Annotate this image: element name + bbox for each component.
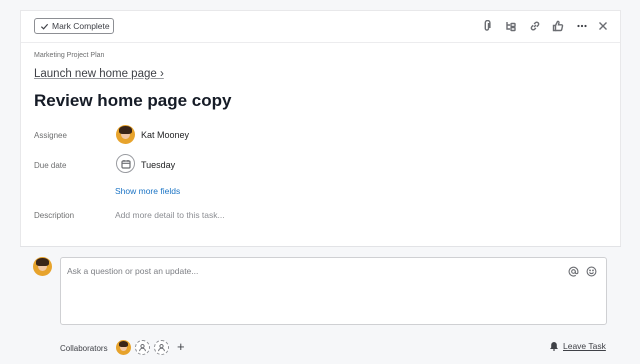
assignee-name[interactable]: Kat Mooney	[141, 130, 189, 140]
collaborators-label: Collaborators	[60, 344, 108, 353]
current-user-avatar	[33, 257, 52, 276]
show-more-fields-link[interactable]: Show more fields	[115, 186, 180, 196]
collaborator-avatar[interactable]	[116, 340, 131, 355]
leave-task-button[interactable]: Leave Task	[549, 341, 606, 351]
add-collaborator-slot[interactable]	[135, 340, 150, 355]
due-date-value[interactable]: Tuesday	[141, 160, 175, 170]
project-name[interactable]: Marketing Project Plan	[34, 52, 104, 59]
assignee-avatar[interactable]	[116, 125, 135, 144]
link-icon[interactable]	[528, 19, 542, 33]
like-icon[interactable]	[551, 19, 565, 33]
check-icon	[40, 23, 49, 30]
description-label: Description	[34, 211, 75, 220]
task-toolbar: Mark Complete	[21, 11, 620, 43]
task-detail-panel: Mark Complete Marketing Project Plan Lau…	[20, 10, 621, 246]
mark-complete-label: Mark Complete	[52, 21, 110, 31]
attachment-icon[interactable]	[480, 19, 494, 33]
more-icon[interactable]	[575, 19, 589, 33]
comment-box[interactable]	[60, 257, 607, 325]
description-field[interactable]: Add more detail to this task...	[115, 210, 225, 220]
emoji-icon[interactable]	[585, 265, 597, 277]
mention-icon[interactable]	[567, 265, 579, 277]
subtask-icon[interactable]	[504, 19, 518, 33]
assignee-label: Assignee	[34, 131, 67, 140]
person-icon	[139, 344, 146, 352]
due-date-label: Due date	[34, 161, 67, 170]
person-icon	[158, 344, 165, 352]
due-date-button[interactable]	[116, 154, 135, 173]
calendar-icon	[120, 159, 131, 169]
mark-complete-button[interactable]: Mark Complete	[34, 18, 114, 34]
add-collaborator-button[interactable]: +	[177, 339, 185, 354]
comment-section: Collaborators + Leave Task	[20, 246, 621, 364]
close-icon[interactable]	[596, 19, 610, 33]
parent-task-link[interactable]: Launch new home page ›	[34, 68, 164, 80]
task-title[interactable]: Review home page copy	[34, 91, 231, 111]
add-collaborator-slot[interactable]	[154, 340, 169, 355]
comment-input[interactable]	[67, 266, 547, 276]
leave-task-label: Leave Task	[563, 341, 606, 351]
bell-icon	[550, 342, 558, 351]
